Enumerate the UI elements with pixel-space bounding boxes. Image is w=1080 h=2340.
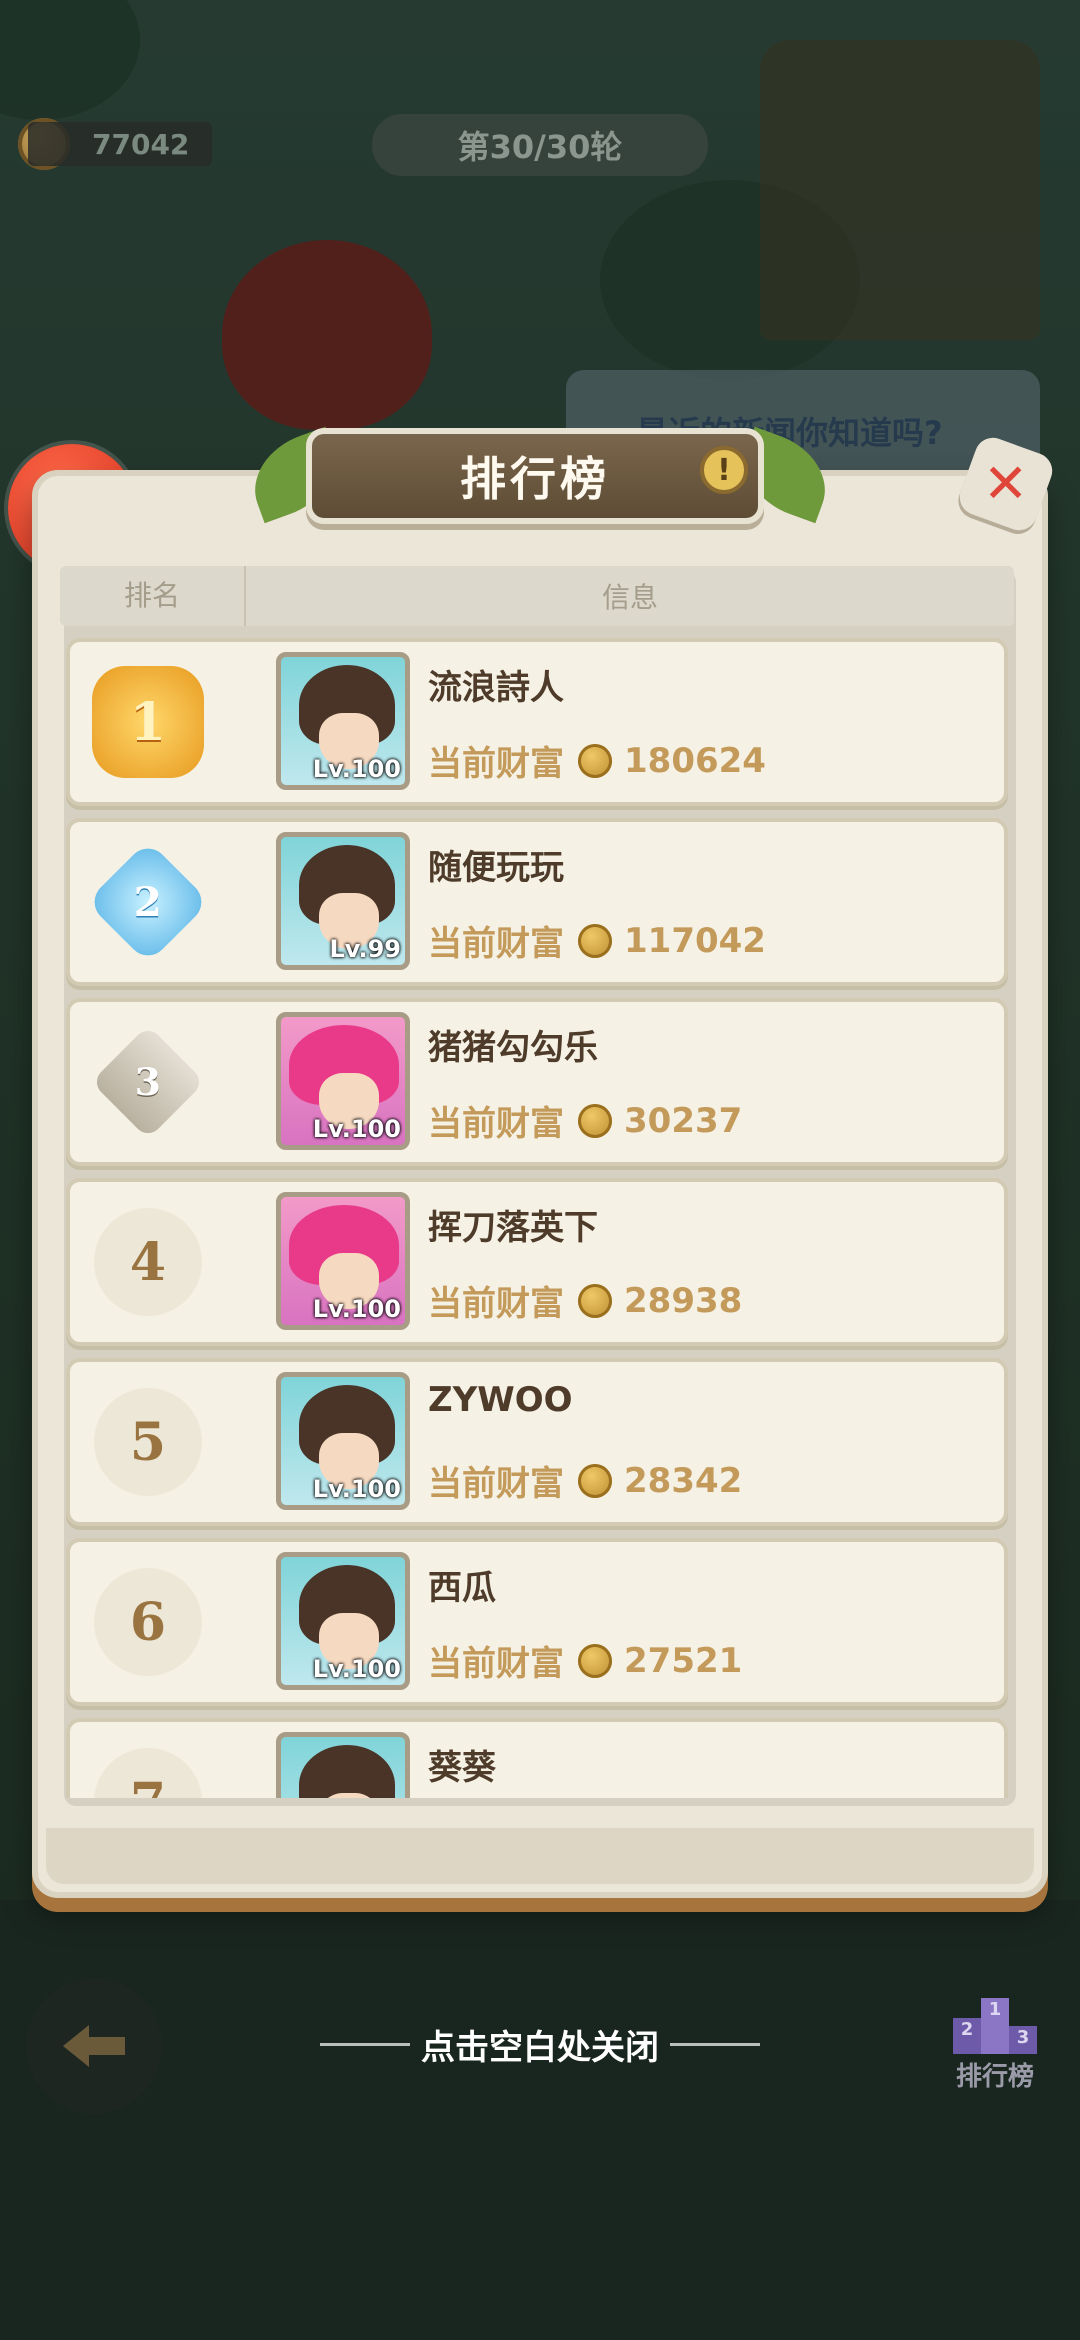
wealth-value: 28938: [624, 1280, 743, 1321]
rank-cell: 5: [82, 1376, 214, 1508]
leaderboard-row[interactable]: 3 Lv.100 猪猪勾勾乐 当前财富 30237: [66, 998, 1008, 1166]
player-avatar[interactable]: Lv.100: [276, 652, 410, 790]
player-avatar[interactable]: Lv.100: [276, 1012, 410, 1150]
player-name: 挥刀落英下: [428, 1208, 598, 1248]
player-avatar[interactable]: Lv.100: [276, 1552, 410, 1690]
gold-medal-icon: 1: [92, 666, 204, 778]
wealth-label: 当前财富: [428, 1644, 564, 1684]
rank-cell: 7: [82, 1736, 214, 1798]
player-level: Lv.100: [312, 1115, 401, 1143]
wealth-coin-icon: [578, 743, 612, 778]
wealth-label: 当前财富: [428, 1464, 564, 1504]
wealth-coin-icon: [578, 1643, 612, 1678]
wealth-coin-icon: [578, 1283, 612, 1318]
player-wealth: 当前财富 180624: [428, 736, 766, 785]
player-level: Lv.100: [312, 1655, 401, 1683]
rank-number: 4: [94, 1208, 202, 1316]
player-avatar[interactable]: Lv.100: [276, 1372, 410, 1510]
wealth-value: 117042: [624, 920, 766, 961]
player-name: 猪猪勾勾乐: [428, 1028, 598, 1068]
coin-amount: 77042: [92, 127, 190, 161]
wealth-value: 180624: [624, 740, 766, 781]
player-level: Lv.100: [312, 755, 401, 783]
player-name: 葵葵: [428, 1748, 496, 1788]
rank-cell: 6: [82, 1556, 214, 1688]
player-name: 西瓜: [428, 1568, 496, 1608]
wealth-value: 30237: [624, 1100, 743, 1141]
leaderboard-row[interactable]: 4 Lv.100 挥刀落英下 当前财富 28938: [66, 1178, 1008, 1346]
wealth-value: 27521: [624, 1640, 743, 1681]
back-button[interactable]: [26, 1978, 162, 2114]
podium-icon: 2 1 3: [940, 1990, 1050, 2054]
player-avatar[interactable]: Lv.99: [276, 832, 410, 970]
header-info: 信息: [601, 581, 658, 614]
leaderboard-list[interactable]: 1 Lv.100 流浪詩人 当前财富 180624 2 Lv.99 随便玩玩 当…: [66, 638, 1008, 1798]
leaderboard-header: 排名 信息: [60, 566, 1014, 626]
close-icon: ✕: [983, 452, 1029, 515]
round-indicator: 第30/30轮: [372, 114, 708, 176]
player-name: ZYWOO: [428, 1380, 573, 1420]
leaderboard-row[interactable]: 6 Lv.100 西瓜 当前财富 27521: [66, 1538, 1008, 1706]
player-wealth: 当前财富 117042: [428, 916, 766, 965]
player-wealth: 当前财富 30237: [428, 1096, 742, 1145]
leaderboard-row[interactable]: 7 葵葵: [66, 1718, 1008, 1798]
panel-footer: [46, 1828, 1034, 1884]
rank-cell: 1: [82, 656, 214, 788]
leaderboard-shortcut-label: 排行榜: [955, 2062, 1034, 2092]
leaderboard-row[interactable]: 2 Lv.99 随便玩玩 当前财富 117042: [66, 818, 1008, 986]
player-wealth: 当前财富 27521: [428, 1636, 742, 1685]
rank-number: 7: [94, 1748, 202, 1798]
rank-number: 6: [94, 1568, 202, 1676]
leaderboard-row[interactable]: 1 Lv.100 流浪詩人 当前财富 180624: [66, 638, 1008, 806]
rank-number: 5: [94, 1388, 202, 1496]
wealth-coin-icon: [578, 923, 612, 958]
back-arrow-icon: [63, 2025, 125, 2067]
round-text: 第30/30轮: [457, 128, 623, 166]
wealth-label: 当前财富: [428, 1284, 564, 1324]
close-hint[interactable]: 点击空白处关闭: [280, 2016, 800, 2072]
player-level: Lv.99: [329, 935, 402, 963]
bronze-medal-icon: 3: [90, 1024, 206, 1140]
leaderboard-shortcut-button[interactable]: 2 1 3 排行榜: [940, 1990, 1050, 2100]
coin-counter: 77042: [28, 122, 212, 166]
wealth-coin-icon: [578, 1103, 612, 1138]
header-rank: 排名: [60, 566, 246, 626]
leaderboard-row[interactable]: 5 Lv.100 ZYWOO 当前财富 28342: [66, 1358, 1008, 1526]
wealth-label: 当前财富: [428, 924, 564, 964]
wealth-label: 当前财富: [428, 1104, 564, 1144]
player-wealth: 当前财富 28342: [428, 1456, 742, 1505]
rank-cell: 3: [82, 1016, 214, 1148]
wealth-label: 当前财富: [428, 744, 564, 784]
wealth-value: 28342: [624, 1460, 743, 1501]
wealth-coin-icon: [578, 1463, 612, 1498]
player-avatar[interactable]: [276, 1732, 410, 1798]
rank-cell: 4: [82, 1196, 214, 1328]
info-icon[interactable]: !: [700, 446, 748, 494]
rank-cell: 2: [82, 836, 214, 968]
panel-title: 排行榜: [460, 452, 610, 506]
player-wealth: 当前财富 28938: [428, 1276, 742, 1325]
player-name: 流浪詩人: [428, 668, 564, 708]
player-avatar[interactable]: Lv.100: [276, 1192, 410, 1330]
panel-title-plate: 排行榜: [306, 428, 764, 524]
silver-medal-icon: 2: [86, 840, 210, 964]
player-level: Lv.100: [312, 1475, 401, 1503]
player-level: Lv.100: [312, 1295, 401, 1323]
player-name: 随便玩玩: [428, 848, 564, 888]
